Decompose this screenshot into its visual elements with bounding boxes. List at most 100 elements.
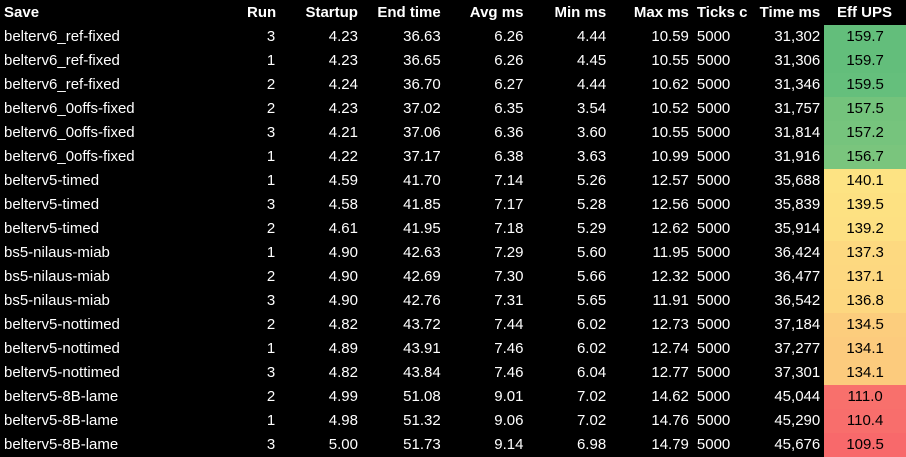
cell-min-ms[interactable]: 5.26 bbox=[527, 169, 610, 193]
cell-end-time[interactable]: 37.06 bbox=[362, 121, 445, 145]
cell-min-ms[interactable]: 5.65 bbox=[527, 289, 610, 313]
cell-max-ms[interactable]: 12.74 bbox=[610, 337, 693, 361]
cell-max-ms[interactable]: 10.52 bbox=[610, 97, 693, 121]
cell-run[interactable]: 2 bbox=[243, 97, 279, 121]
cell-run[interactable]: 1 bbox=[243, 145, 279, 169]
cell-end-time[interactable]: 42.69 bbox=[362, 265, 445, 289]
cell-ticks[interactable]: 5000 bbox=[693, 169, 747, 193]
cell-max-ms[interactable]: 11.91 bbox=[610, 289, 693, 313]
cell-run[interactable]: 1 bbox=[243, 169, 279, 193]
cell-time-ms[interactable]: 37,184 bbox=[747, 313, 825, 337]
cell-startup[interactable]: 4.90 bbox=[279, 265, 362, 289]
cell-run[interactable]: 3 bbox=[243, 289, 279, 313]
cell-ticks[interactable]: 5000 bbox=[693, 337, 747, 361]
cell-avg-ms[interactable]: 6.26 bbox=[445, 25, 528, 49]
cell-startup[interactable]: 4.99 bbox=[279, 385, 362, 409]
cell-min-ms[interactable]: 4.44 bbox=[527, 25, 610, 49]
cell-startup[interactable]: 4.58 bbox=[279, 193, 362, 217]
cell-run[interactable]: 2 bbox=[243, 217, 279, 241]
cell-max-ms[interactable]: 10.99 bbox=[610, 145, 693, 169]
cell-eff-ups[interactable]: 159.5 bbox=[824, 73, 906, 97]
cell-avg-ms[interactable]: 7.31 bbox=[445, 289, 528, 313]
cell-ticks[interactable]: 5000 bbox=[693, 385, 747, 409]
cell-max-ms[interactable]: 12.32 bbox=[610, 265, 693, 289]
cell-max-ms[interactable]: 14.76 bbox=[610, 409, 693, 433]
cell-end-time[interactable]: 43.84 bbox=[362, 361, 445, 385]
cell-avg-ms[interactable]: 6.36 bbox=[445, 121, 528, 145]
cell-avg-ms[interactable]: 7.18 bbox=[445, 217, 528, 241]
cell-save[interactable]: belterv5-8B-lame bbox=[0, 385, 243, 409]
cell-avg-ms[interactable]: 7.44 bbox=[445, 313, 528, 337]
cell-run[interactable]: 2 bbox=[243, 265, 279, 289]
cell-time-ms[interactable]: 37,277 bbox=[747, 337, 825, 361]
cell-eff-ups[interactable]: 134.1 bbox=[824, 337, 906, 361]
cell-startup[interactable]: 4.61 bbox=[279, 217, 362, 241]
cell-save[interactable]: belterv5-nottimed bbox=[0, 361, 243, 385]
cell-avg-ms[interactable]: 7.46 bbox=[445, 337, 528, 361]
cell-min-ms[interactable]: 6.02 bbox=[527, 313, 610, 337]
header-min-ms[interactable]: Min ms bbox=[527, 0, 610, 25]
cell-end-time[interactable]: 37.17 bbox=[362, 145, 445, 169]
header-run[interactable]: Run bbox=[243, 0, 279, 25]
header-ticks[interactable]: Ticks c bbox=[693, 0, 747, 25]
cell-run[interactable]: 3 bbox=[243, 193, 279, 217]
cell-run[interactable]: 2 bbox=[243, 385, 279, 409]
cell-save[interactable]: belterv5-8B-lame bbox=[0, 433, 243, 457]
cell-avg-ms[interactable]: 9.06 bbox=[445, 409, 528, 433]
cell-avg-ms[interactable]: 9.14 bbox=[445, 433, 528, 457]
cell-run[interactable]: 1 bbox=[243, 49, 279, 73]
cell-save[interactable]: belterv5-8B-lame bbox=[0, 409, 243, 433]
cell-run[interactable]: 3 bbox=[243, 25, 279, 49]
cell-min-ms[interactable]: 7.02 bbox=[527, 409, 610, 433]
cell-time-ms[interactable]: 31,306 bbox=[747, 49, 825, 73]
cell-max-ms[interactable]: 12.57 bbox=[610, 169, 693, 193]
cell-avg-ms[interactable]: 7.14 bbox=[445, 169, 528, 193]
header-save[interactable]: Save bbox=[0, 0, 243, 25]
cell-run[interactable]: 1 bbox=[243, 337, 279, 361]
cell-ticks[interactable]: 5000 bbox=[693, 265, 747, 289]
cell-max-ms[interactable]: 12.56 bbox=[610, 193, 693, 217]
header-end-time[interactable]: End time bbox=[362, 0, 445, 25]
cell-ticks[interactable]: 5000 bbox=[693, 289, 747, 313]
cell-eff-ups[interactable]: 134.1 bbox=[824, 361, 906, 385]
cell-save[interactable]: belterv5-timed bbox=[0, 169, 243, 193]
cell-ticks[interactable]: 5000 bbox=[693, 433, 747, 457]
cell-ticks[interactable]: 5000 bbox=[693, 361, 747, 385]
cell-eff-ups[interactable]: 111.0 bbox=[824, 385, 906, 409]
cell-min-ms[interactable]: 5.66 bbox=[527, 265, 610, 289]
cell-eff-ups[interactable]: 140.1 bbox=[824, 169, 906, 193]
cell-eff-ups[interactable]: 157.2 bbox=[824, 121, 906, 145]
cell-run[interactable]: 3 bbox=[243, 121, 279, 145]
cell-time-ms[interactable]: 31,814 bbox=[747, 121, 825, 145]
cell-max-ms[interactable]: 10.55 bbox=[610, 121, 693, 145]
cell-eff-ups[interactable]: 139.5 bbox=[824, 193, 906, 217]
cell-save[interactable]: belterv6_ref-fixed bbox=[0, 73, 243, 97]
cell-startup[interactable]: 5.00 bbox=[279, 433, 362, 457]
cell-startup[interactable]: 4.21 bbox=[279, 121, 362, 145]
cell-avg-ms[interactable]: 6.27 bbox=[445, 73, 528, 97]
header-max-ms[interactable]: Max ms bbox=[610, 0, 693, 25]
cell-end-time[interactable]: 36.65 bbox=[362, 49, 445, 73]
cell-run[interactable]: 3 bbox=[243, 433, 279, 457]
cell-ticks[interactable]: 5000 bbox=[693, 145, 747, 169]
cell-startup[interactable]: 4.90 bbox=[279, 289, 362, 313]
cell-end-time[interactable]: 41.70 bbox=[362, 169, 445, 193]
cell-save[interactable]: belterv6_ref-fixed bbox=[0, 49, 243, 73]
cell-eff-ups[interactable]: 159.7 bbox=[824, 49, 906, 73]
header-startup[interactable]: Startup bbox=[279, 0, 362, 25]
cell-end-time[interactable]: 42.63 bbox=[362, 241, 445, 265]
cell-save[interactable]: bs5-nilaus-miab bbox=[0, 289, 243, 313]
cell-time-ms[interactable]: 36,477 bbox=[747, 265, 825, 289]
cell-ticks[interactable]: 5000 bbox=[693, 193, 747, 217]
header-avg-ms[interactable]: Avg ms bbox=[445, 0, 528, 25]
cell-end-time[interactable]: 51.73 bbox=[362, 433, 445, 457]
cell-time-ms[interactable]: 45,044 bbox=[747, 385, 825, 409]
cell-end-time[interactable]: 51.32 bbox=[362, 409, 445, 433]
cell-startup[interactable]: 4.23 bbox=[279, 49, 362, 73]
cell-eff-ups[interactable]: 109.5 bbox=[824, 433, 906, 457]
cell-save[interactable]: belterv6_0offs-fixed bbox=[0, 145, 243, 169]
cell-eff-ups[interactable]: 157.5 bbox=[824, 97, 906, 121]
cell-time-ms[interactable]: 31,916 bbox=[747, 145, 825, 169]
cell-startup[interactable]: 4.22 bbox=[279, 145, 362, 169]
cell-time-ms[interactable]: 45,676 bbox=[747, 433, 825, 457]
